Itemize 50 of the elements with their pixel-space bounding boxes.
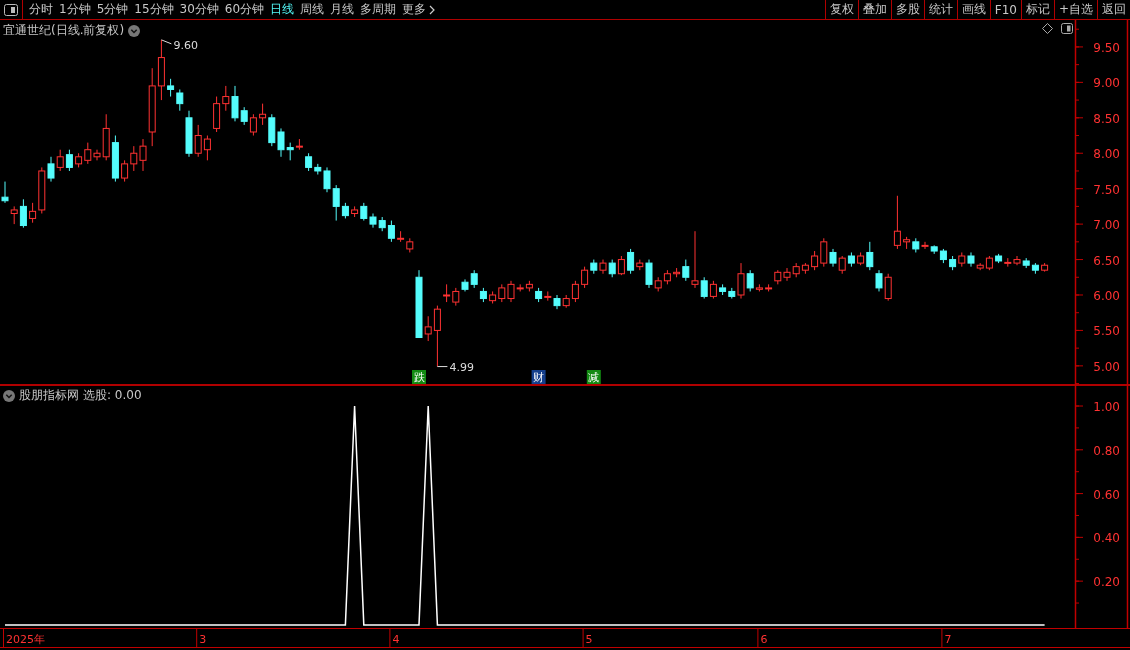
price-axis-label: 6.00 [1093, 289, 1120, 303]
leader-line [436, 366, 448, 368]
candlestick [1041, 262, 1049, 273]
period-tab[interactable]: 5分钟 [93, 0, 132, 19]
event-marker[interactable]: 减 [586, 370, 601, 384]
date-axis-label: 6 [760, 633, 768, 646]
period-tab[interactable]: 30分钟 [176, 0, 222, 19]
period-tab[interactable]: 日线 [267, 0, 298, 19]
event-marker[interactable]: 跌 [412, 370, 426, 384]
panel-toggle-icon[interactable] [1061, 23, 1073, 34]
date-axis-label: 5 [585, 633, 593, 646]
stock-title: 宜通世纪(日线.前复权) [3, 22, 125, 39]
price-axis-label: 7.50 [1093, 182, 1120, 197]
low-price-label: 4.99 [449, 360, 474, 374]
period-tab[interactable]: 月线 [327, 0, 358, 19]
price-axis-label: 5.50 [1093, 324, 1120, 339]
value-axis-label: 0.20 [1093, 575, 1120, 590]
period-tab[interactable]: 60分钟 [221, 0, 268, 19]
chevron-down-icon[interactable] [3, 389, 15, 402]
period-tab[interactable]: 周线 [297, 0, 328, 19]
more-menu[interactable]: 更多 [399, 0, 439, 19]
indicator-name: 股朋指标网 [19, 387, 79, 404]
price-axis-label: 9.50 [1093, 40, 1120, 55]
date-axis-label: 2025年 [6, 633, 45, 646]
chevron-down-icon[interactable] [128, 24, 141, 37]
diamond-icon[interactable] [1042, 23, 1053, 34]
period-tab[interactable]: 分时 [26, 0, 56, 19]
value-axis-label: 0.80 [1093, 443, 1120, 458]
price-axis-label: 8.50 [1093, 111, 1120, 126]
price-axis-label: 6.50 [1093, 253, 1120, 268]
price-axis-label: 9.00 [1093, 76, 1120, 91]
price-axis-label: 8.00 [1093, 147, 1120, 162]
candlestick [893, 195, 901, 250]
value-axis-label: 1.00 [1093, 400, 1120, 414]
event-marker[interactable]: 财 [531, 370, 546, 384]
date-axis-label: 3 [199, 633, 207, 646]
leader-line [160, 39, 172, 45]
period-tab[interactable]: 多周期 [357, 0, 400, 19]
value-axis-label: 0.60 [1093, 487, 1120, 502]
high-price-label: 9.60 [173, 38, 198, 52]
date-axis-label: 7 [944, 633, 952, 646]
value-axis-label: 0.40 [1093, 531, 1120, 546]
price-axis-label: 7.00 [1093, 218, 1120, 233]
period-tab[interactable]: 15分钟 [131, 0, 177, 19]
date-axis-label: 4 [392, 633, 400, 646]
indicator-reading: 选股: 0.00 [83, 387, 142, 404]
panel-toggle-icon[interactable] [4, 3, 18, 16]
price-axis-label: 5.00 [1093, 359, 1120, 374]
period-tab[interactable]: 1分钟 [56, 0, 94, 19]
chevron-right-icon [429, 4, 436, 15]
